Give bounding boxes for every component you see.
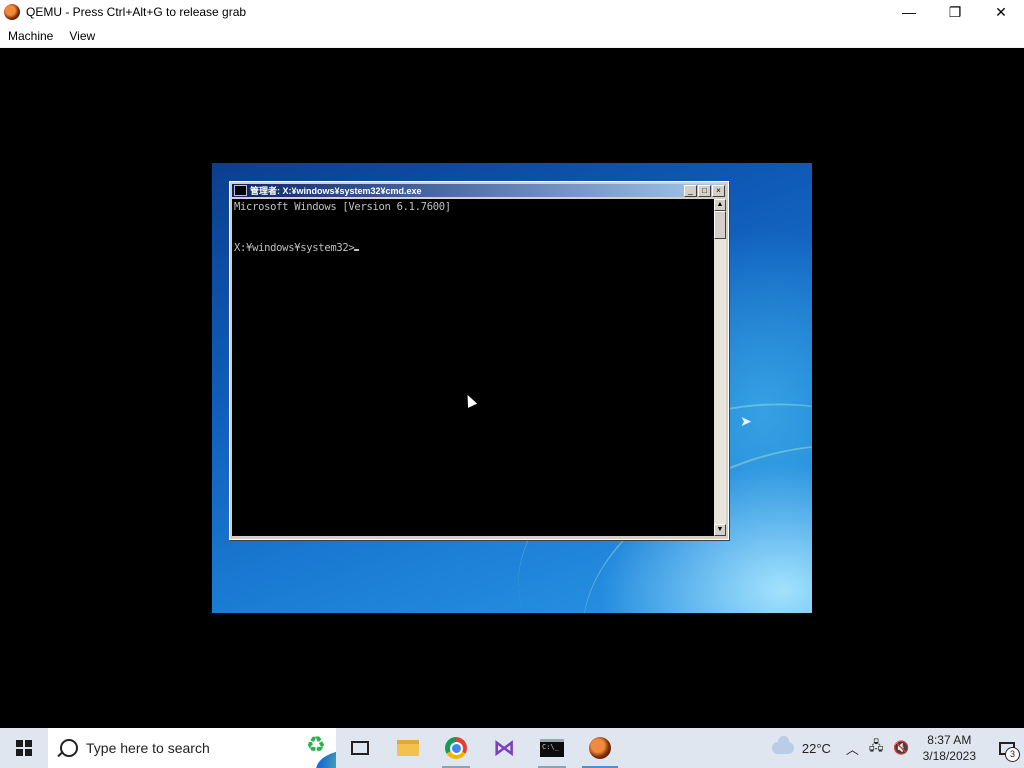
windows-logo-icon [16,740,32,756]
search-placeholder: Type here to search [86,740,210,756]
cmd-vertical-scrollbar[interactable]: ▲ ▼ [714,199,726,536]
taskbar: Type here to search ♻ ⋈ C:\_ 22°C ︿ 🖧 🔇 … [0,728,1024,768]
terminal-icon: C:\_ [540,739,564,757]
menu-view[interactable]: View [61,29,103,43]
clock-date: 3/18/2023 [922,749,976,763]
cmd-title: 管理者: X:¥windows¥system32¥cmd.exe [250,186,422,196]
cmd-window-controls: _ □ × [684,185,725,197]
qemu-app-icon [4,4,20,20]
visual-studio-icon: ⋈ [493,735,515,760]
qemu-taskbar-button[interactable] [576,728,624,768]
console-prompt-line: X:¥windows¥system32> [234,242,360,254]
chrome-icon [445,737,467,759]
cloudy-icon [771,736,794,754]
volume-muted-icon[interactable]: 🔇 [893,740,909,756]
cmd-maximize-button[interactable]: □ [698,185,711,197]
cmd-minimize-button[interactable]: _ [684,185,697,197]
window-titlebar: QEMU - Press Ctrl+Alt+G to release grab … [0,0,1024,24]
task-view-button[interactable] [336,728,384,768]
minimize-button[interactable]: — [886,0,932,24]
weather-widget[interactable]: 22°C [771,736,831,756]
notification-count: 3 [1005,747,1020,762]
window-controls: — ❐ ✕ [886,0,1024,24]
bird-logo-icon: ➤ [740,413,752,429]
file-explorer-button[interactable] [384,728,432,768]
chrome-button[interactable] [432,728,480,768]
system-tray: 22°C ︿ 🖧 🔇 8:37 AM 3/18/2023 3 [771,728,1024,768]
console-line: Microsoft Windows [Version 6.1.7600] [234,201,451,213]
text-cursor [354,249,360,251]
scroll-down-arrow-icon[interactable]: ▼ [714,524,726,536]
window-title: QEMU - Press Ctrl+Alt+G to release grab [26,5,247,19]
taskbar-search-box[interactable]: Type here to search ♻ [48,728,336,768]
menu-bar: Machine View [0,24,1024,48]
close-button[interactable]: ✕ [978,0,1024,24]
console-prompt: X:¥windows¥system32> [234,242,355,254]
folder-icon [397,740,419,756]
search-icon [60,739,78,757]
chevron-up-icon[interactable]: ︿ [846,739,859,758]
network-icon[interactable]: 🖧 [869,737,884,759]
scroll-up-arrow-icon[interactable]: ▲ [714,199,726,211]
task-view-icon [351,741,369,755]
cmd-console-output[interactable]: Microsoft Windows [Version 6.1.7600] X:¥… [232,199,714,536]
clock-time: 8:37 AM [927,733,972,747]
cmd-window[interactable]: 管理者: X:¥windows¥system32¥cmd.exe _ □ × M… [229,181,729,540]
restore-button[interactable]: ❐ [932,0,978,24]
start-button[interactable] [0,728,48,768]
scroll-thumb[interactable] [714,211,726,239]
qemu-icon [589,737,611,759]
weather-temp: 22°C [801,740,831,756]
recycle-icon: ♻ [306,732,326,757]
menu-machine[interactable]: Machine [0,29,61,43]
notification-center-button[interactable]: 3 [990,728,1024,768]
cmd-close-button[interactable]: × [712,185,725,197]
cmd-titlebar[interactable]: 管理者: X:¥windows¥system32¥cmd.exe _ □ × [232,184,726,197]
clock[interactable]: 8:37 AM 3/18/2023 [923,732,976,764]
cmd-icon [234,185,247,196]
terminal-button[interactable]: C:\_ [528,728,576,768]
visual-studio-button[interactable]: ⋈ [480,728,528,768]
